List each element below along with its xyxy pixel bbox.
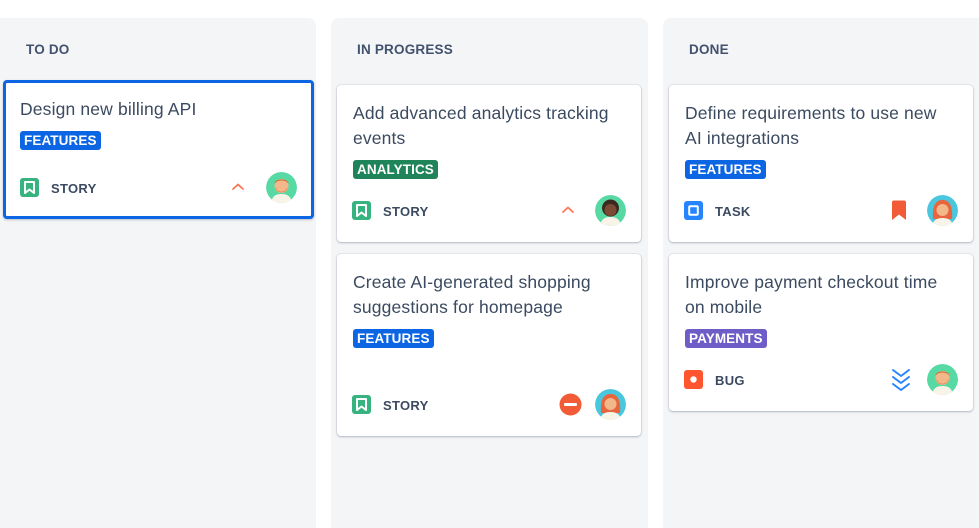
card-title: Add advanced analytics tracking events (353, 103, 609, 148)
bug-circle-icon (684, 370, 703, 389)
issue-card[interactable]: Create AI-generated shopping suggestions… (337, 254, 641, 436)
card-title: Improve payment checkout time on mobile (685, 272, 938, 317)
flag-bookmark-icon (887, 198, 911, 222)
epic-label: FEATURES (685, 160, 766, 179)
card-footer: BUG (684, 364, 958, 395)
column-title: TO DO (26, 42, 70, 57)
avatar-bearded-man-icon[interactable] (266, 172, 297, 203)
issue-card[interactable]: Improve payment checkout time on mobile … (669, 254, 973, 411)
card-title: Define requirements to use new AI integr… (685, 103, 937, 148)
column-title: IN PROGRESS (357, 42, 453, 57)
card-footer: STORY (352, 195, 626, 226)
avatar-red-hair-woman-icon[interactable] (927, 195, 958, 226)
card-footer: STORY (352, 389, 626, 420)
issue-card[interactable]: Design new billing API FEATURES STORY (3, 80, 314, 219)
card-footer: STORY (20, 172, 297, 203)
blocker-icon (558, 392, 582, 416)
column-done: DONE Define requirements to use new AI i… (663, 18, 979, 528)
issue-type-label: TASK (715, 204, 751, 219)
column-todo: TO DO Design new billing API FEATURES ST… (0, 18, 316, 528)
story-bookmark-icon (352, 395, 371, 414)
kanban-board: TO DO Design new billing API FEATURES ST… (0, 0, 979, 528)
epic-label: PAYMENTS (685, 329, 767, 348)
issue-type-label: STORY (383, 204, 429, 219)
card-footer: TASK (684, 195, 958, 226)
avatar-dark-hair-icon[interactable] (595, 195, 626, 226)
task-square-icon (684, 201, 703, 220)
avatar-bearded-man-icon[interactable] (927, 364, 958, 395)
epic-label: FEATURES (20, 131, 101, 150)
issue-card[interactable]: Add advanced analytics tracking events A… (337, 85, 641, 242)
priority-lowest-triple-chevron-down-icon (889, 367, 913, 391)
card-title: Design new billing API (20, 99, 197, 119)
story-bookmark-icon (352, 201, 371, 220)
epic-label: ANALYTICS (353, 160, 438, 179)
issue-type-label: BUG (715, 373, 745, 388)
issue-type-label: STORY (51, 181, 97, 196)
story-bookmark-icon (20, 178, 39, 197)
card-title: Create AI-generated shopping suggestions… (353, 272, 591, 317)
priority-medium-chevron-up-icon (226, 175, 250, 199)
column-title: DONE (689, 42, 729, 57)
avatar-red-hair-woman-icon[interactable] (595, 389, 626, 420)
epic-label: FEATURES (353, 329, 434, 348)
column-in-progress: IN PROGRESS Add advanced analytics track… (331, 18, 648, 528)
priority-medium-chevron-up-icon (556, 198, 580, 222)
issue-type-label: STORY (383, 398, 429, 413)
issue-card[interactable]: Define requirements to use new AI integr… (669, 85, 973, 242)
